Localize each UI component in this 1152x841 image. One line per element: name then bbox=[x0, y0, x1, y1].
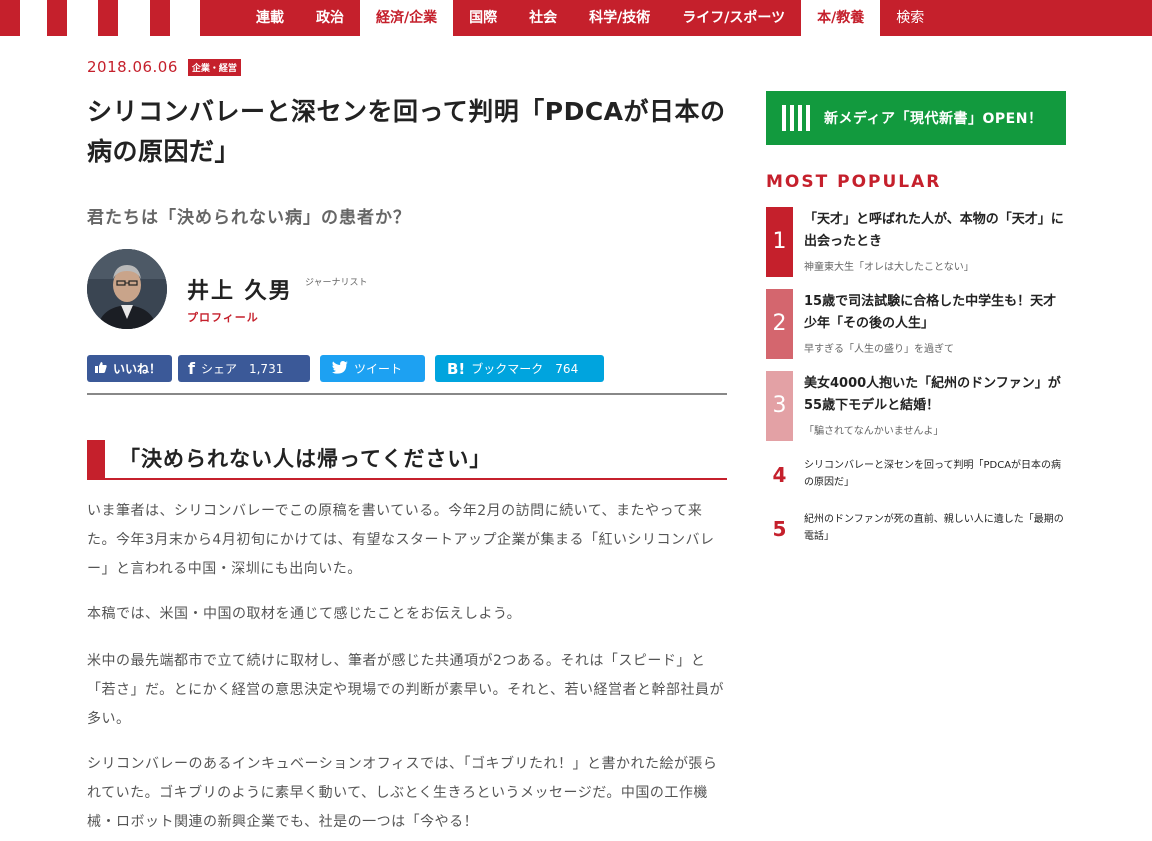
ranking-title: 「天才」と呼ばれた人が、本物の「天才」に出会ったとき bbox=[804, 212, 1064, 249]
promo-label: 新メディア「現代新書」OPEN！ bbox=[824, 111, 1043, 127]
author-name[interactable]: 井上 久男 bbox=[187, 273, 293, 305]
ranking-title: 美女4000人抱いた「紀州のドンファン」が55歳下モデルと結婚！ bbox=[804, 376, 1061, 413]
hatena-bookmark-label: ブックマーク bbox=[471, 362, 544, 376]
ranking-subtitle: 早すぎる「人生の盛り」を過ぎて bbox=[804, 344, 954, 355]
ranking-item-1[interactable]: 1 「天才」と呼ばれた人が、本物の「天才」に出会ったとき 神童東大生「オレは大し… bbox=[766, 207, 1066, 277]
ranking-item-4[interactable]: 4 シリコンバレーと深センを回って判明「PDCAが日本の病の原因だ」 bbox=[766, 457, 1066, 495]
article-subtitle: 君たちは「決められない病」の患者か？ bbox=[87, 208, 411, 228]
nav-item-economy[interactable]: 経済/企業 bbox=[360, 0, 454, 36]
ranking-subtitle: 神童東大生「オレは大したことない」 bbox=[804, 262, 974, 273]
section-heading: 「決められない人は帰ってください」 bbox=[87, 440, 727, 480]
most-popular-heading: MOST POPULAR bbox=[766, 172, 942, 192]
nav-item-politics[interactable]: 政治 bbox=[300, 0, 360, 36]
article-title: シリコンバレーと深センを回って判明「PDCAが日本の病の原因だ」 bbox=[87, 97, 726, 166]
gendai-shinsho-promo-banner[interactable]: 新メディア「現代新書」OPEN！ bbox=[766, 91, 1066, 145]
article-paragraph: 本稿では、米国・中国の取材を通じて感じたことをお伝えしよう。 bbox=[87, 606, 522, 622]
thumbs-up-icon bbox=[95, 361, 107, 376]
top-nav-bar: 連載 政治 経済/企業 国際 社会 科学/技術 ライフ/スポーツ 本/教養 検索 bbox=[0, 0, 1152, 36]
nav-item-books[interactable]: 本/教養 bbox=[801, 0, 881, 36]
ranking-title: シリコンバレーと深センを回って判明「PDCAが日本の病の原因だ」 bbox=[804, 460, 1062, 488]
rank-number: 5 bbox=[772, 517, 787, 541]
rank-number: 3 bbox=[766, 371, 793, 441]
nav-item-rensai[interactable]: 連載 bbox=[240, 0, 300, 36]
ranking-title: 15歳で司法試験に合格した中学生も！天才少年「その後の人生」 bbox=[804, 294, 1057, 331]
ranking-subtitle: 「騙されてなんかいませんよ」 bbox=[804, 426, 944, 437]
twitter-share-label: ツイート bbox=[354, 362, 403, 376]
author-avatar[interactable] bbox=[87, 249, 167, 329]
section-heading-text: 「決められない人は帰ってください」 bbox=[119, 447, 492, 471]
hatena-bookmark-icon: B! bbox=[447, 359, 466, 378]
ranking-title: 紀州のドンファンが死の直前、親しい人に遺した「最期の電話」 bbox=[804, 514, 1064, 542]
twitter-bird-icon bbox=[332, 360, 348, 377]
facebook-share-label: シェア bbox=[200, 362, 237, 376]
section-heading-marker bbox=[87, 440, 105, 478]
divider bbox=[87, 393, 727, 395]
ranking-item-2[interactable]: 2 15歳で司法試験に合格した中学生も！天才少年「その後の人生」 早すぎる「人生… bbox=[766, 289, 1066, 359]
rank-number: 4 bbox=[772, 463, 787, 487]
like-button[interactable]: いいね！ bbox=[87, 355, 172, 382]
like-label: いいね！ bbox=[113, 362, 162, 376]
nav-item-life-sports[interactable]: ライフ/スポーツ bbox=[666, 0, 801, 36]
ranking-item-3[interactable]: 3 美女4000人抱いた「紀州のドンファン」が55歳下モデルと結婚！ 「騙されて… bbox=[766, 371, 1066, 441]
facebook-icon: f bbox=[188, 359, 195, 378]
hatena-bookmark-button[interactable]: B! ブックマーク 764 bbox=[435, 355, 604, 382]
nav-item-science[interactable]: 科学/技術 bbox=[573, 0, 666, 36]
rank-number: 2 bbox=[766, 289, 793, 359]
article-meta: 2018.06.06 企業・経営 bbox=[87, 58, 241, 76]
facebook-share-button[interactable]: f シェア 1,731 bbox=[178, 355, 310, 382]
article-date: 2018.06.06 bbox=[87, 58, 178, 76]
ranking-item-5[interactable]: 5 紀州のドンファンが死の直前、親しい人に遺した「最期の電話」 bbox=[766, 511, 1066, 549]
nav-item-society[interactable]: 社会 bbox=[513, 0, 573, 36]
nav-search-link[interactable]: 検索 bbox=[880, 0, 940, 36]
author-role: ジャーナリスト bbox=[305, 278, 368, 288]
hatena-bookmark-count: 764 bbox=[555, 361, 579, 376]
article-paragraph: シリコンバレーのあるインキュベーションオフィスでは、「ゴキブリたれ！」と書かれた… bbox=[87, 756, 718, 830]
site-logo-stripes[interactable] bbox=[0, 0, 225, 36]
rank-number: 1 bbox=[766, 207, 793, 277]
article-paragraph: いま筆者は、シリコンバレーでこの原稿を書いている。今年2月の訪問に続いて、またや… bbox=[87, 503, 715, 577]
article-paragraph: 米中の最先端都市で立て続けに取材し、筆者が感じた共通項が2つある。それは「スピー… bbox=[87, 653, 725, 727]
main-nav: 連載 政治 経済/企業 国際 社会 科学/技術 ライフ/スポーツ 本/教養 検索 bbox=[240, 0, 940, 36]
nav-item-international[interactable]: 国際 bbox=[453, 0, 513, 36]
category-badge[interactable]: 企業・経営 bbox=[187, 58, 241, 76]
author-profile-link[interactable]: プロフィール bbox=[187, 309, 259, 325]
promo-logo-icon bbox=[782, 105, 810, 131]
twitter-share-button[interactable]: ツイート bbox=[320, 355, 425, 382]
facebook-share-count: 1,731 bbox=[248, 361, 284, 376]
